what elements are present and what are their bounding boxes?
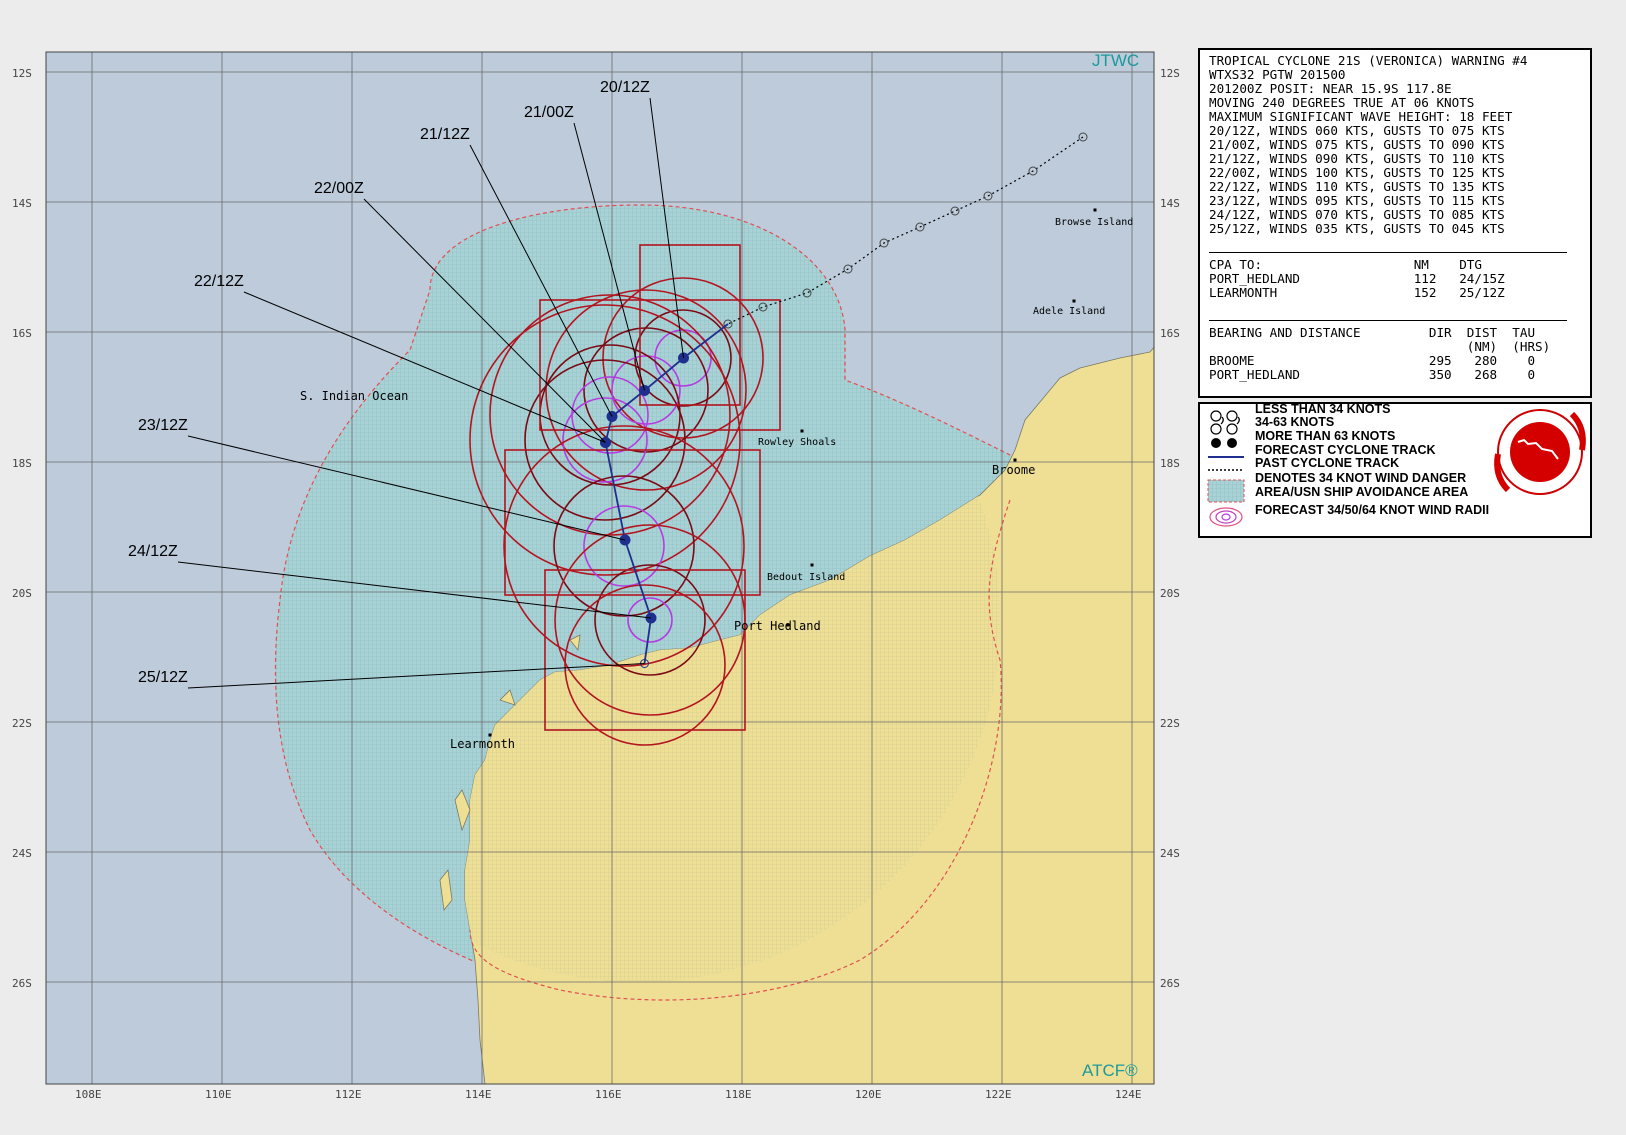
- cpa-header: CPA TO: NM DTG: [1209, 257, 1482, 272]
- lat-label: 18S: [12, 457, 32, 470]
- legend-panel: LESS THAN 34 KNOTS 34-63 KNOTS MORE THAN…: [1198, 402, 1592, 538]
- lat-label: 26S: [1160, 977, 1180, 990]
- warning-line: 20/12Z, WINDS 060 KTS, GUSTS TO 075 KTS: [1209, 123, 1505, 138]
- place-marker: [1093, 208, 1097, 212]
- place-marker: [810, 563, 814, 567]
- bearing-row: PORT_HEDLAND 350 268 0: [1209, 367, 1536, 382]
- forecast-time-label: 25/12Z: [138, 669, 188, 686]
- jtwc-seal-icon: [1494, 409, 1586, 495]
- place-marker: [1013, 458, 1017, 462]
- lon-label: 124E: [1115, 1088, 1142, 1101]
- forecast-time-label: 21/00Z: [524, 104, 574, 121]
- lon-label: 114E: [465, 1088, 492, 1101]
- lat-label: 22S: [1160, 717, 1180, 730]
- warning-line: WTXS32 PGTW 201500: [1209, 67, 1346, 82]
- lon-label: 122E: [985, 1088, 1012, 1101]
- lon-label: 120E: [855, 1088, 882, 1101]
- lon-label: 108E: [75, 1088, 102, 1101]
- place-label: Learmonth: [450, 737, 515, 751]
- place-label: Browse Island: [1055, 217, 1133, 228]
- lat-label: 18S: [1160, 457, 1180, 470]
- atcf-label: ATCF®: [1082, 1061, 1138, 1080]
- place-marker: [1072, 299, 1076, 303]
- place-label: Adele Island: [1033, 306, 1105, 317]
- cpa-row: PORT_HEDLAND 112 24/15Z: [1209, 271, 1505, 286]
- forecast-time-label: 22/12Z: [194, 273, 244, 290]
- forecast-time-label: 22/00Z: [314, 180, 364, 197]
- forecast-time-label: 21/12Z: [420, 126, 470, 143]
- bearing-subheader: (NM) (HRS): [1209, 339, 1551, 354]
- warning-line: 23/12Z, WINDS 095 KTS, GUSTS TO 115 KTS: [1209, 193, 1505, 208]
- place-label: Bedout Island: [767, 572, 845, 583]
- lat-label: 16S: [1160, 327, 1180, 340]
- legend-item: FORECAST 34/50/64 KNOT WIND RADII: [1255, 503, 1490, 517]
- lat-label: 16S: [12, 327, 32, 340]
- lon-label: 112E: [335, 1088, 362, 1101]
- warning-line: MAXIMUM SIGNIFICANT WAVE HEIGHT: 18 FEET: [1209, 109, 1513, 124]
- lat-label: 22S: [12, 717, 32, 730]
- warning-line: 22/00Z, WINDS 100 KTS, GUSTS TO 125 KTS: [1209, 165, 1505, 180]
- bearing-header: BEARING AND DISTANCE DIR DIST TAU: [1209, 325, 1536, 340]
- lat-label: 20S: [1160, 587, 1180, 600]
- ocean-label: S. Indian Ocean: [300, 389, 408, 403]
- warning-panel: TROPICAL CYCLONE 21S (VERONICA) WARNING …: [1198, 48, 1592, 398]
- warning-line: 25/12Z, WINDS 035 KTS, GUSTS TO 045 KTS: [1209, 221, 1505, 236]
- lat-label: 24S: [12, 847, 32, 860]
- lon-label: 118E: [725, 1088, 752, 1101]
- lat-label: 14S: [12, 197, 32, 210]
- lat-label: 26S: [12, 977, 32, 990]
- warning-line: 24/12Z, WINDS 070 KTS, GUSTS TO 085 KTS: [1209, 207, 1505, 222]
- lat-label: 12S: [1160, 67, 1180, 80]
- warning-line: 201200Z POSIT: NEAR 15.9S 117.8E: [1209, 81, 1452, 96]
- legend-item: MORE THAN 63 KNOTS: [1255, 429, 1396, 443]
- cpa-row: LEARMONTH 152 25/12Z: [1209, 285, 1505, 300]
- bearing-row: BROOME 295 280 0: [1209, 353, 1536, 368]
- lon-label: 116E: [595, 1088, 622, 1101]
- lat-label: 24S: [1160, 847, 1180, 860]
- legend-item: 34-63 KNOTS: [1255, 415, 1335, 429]
- place-label: Rowley Shoals: [758, 437, 836, 448]
- warning-line: 21/00Z, WINDS 075 KTS, GUSTS TO 090 KTS: [1209, 137, 1505, 152]
- forecast-time-label: 23/12Z: [138, 417, 188, 434]
- place-label: Broome: [992, 463, 1035, 477]
- warning-line: 21/12Z, WINDS 090 KTS, GUSTS TO 110 KTS: [1209, 151, 1505, 166]
- place-marker: [800, 429, 804, 433]
- forecast-time-label: 20/12Z: [600, 79, 650, 96]
- lon-label: 110E: [205, 1088, 232, 1101]
- forecast-time-label: 24/12Z: [128, 543, 178, 560]
- lat-label: 14S: [1160, 197, 1180, 210]
- legend-item: AREA/USN SHIP AVOIDANCE AREA: [1255, 485, 1469, 499]
- lat-label: 12S: [12, 67, 32, 80]
- legend-item: PAST CYCLONE TRACK: [1255, 456, 1400, 470]
- agency-label: JTWC: [1092, 51, 1139, 70]
- warning-line: 22/12Z, WINDS 110 KTS, GUSTS TO 135 KTS: [1209, 179, 1505, 194]
- lat-label: 20S: [12, 587, 32, 600]
- place-label: Port Hedland: [734, 619, 821, 633]
- legend-item: DENOTES 34 KNOT WIND DANGER: [1255, 471, 1467, 485]
- warning-line: TROPICAL CYCLONE 21S (VERONICA) WARNING …: [1209, 53, 1528, 68]
- warning-line: MOVING 240 DEGREES TRUE AT 06 KNOTS: [1209, 95, 1475, 110]
